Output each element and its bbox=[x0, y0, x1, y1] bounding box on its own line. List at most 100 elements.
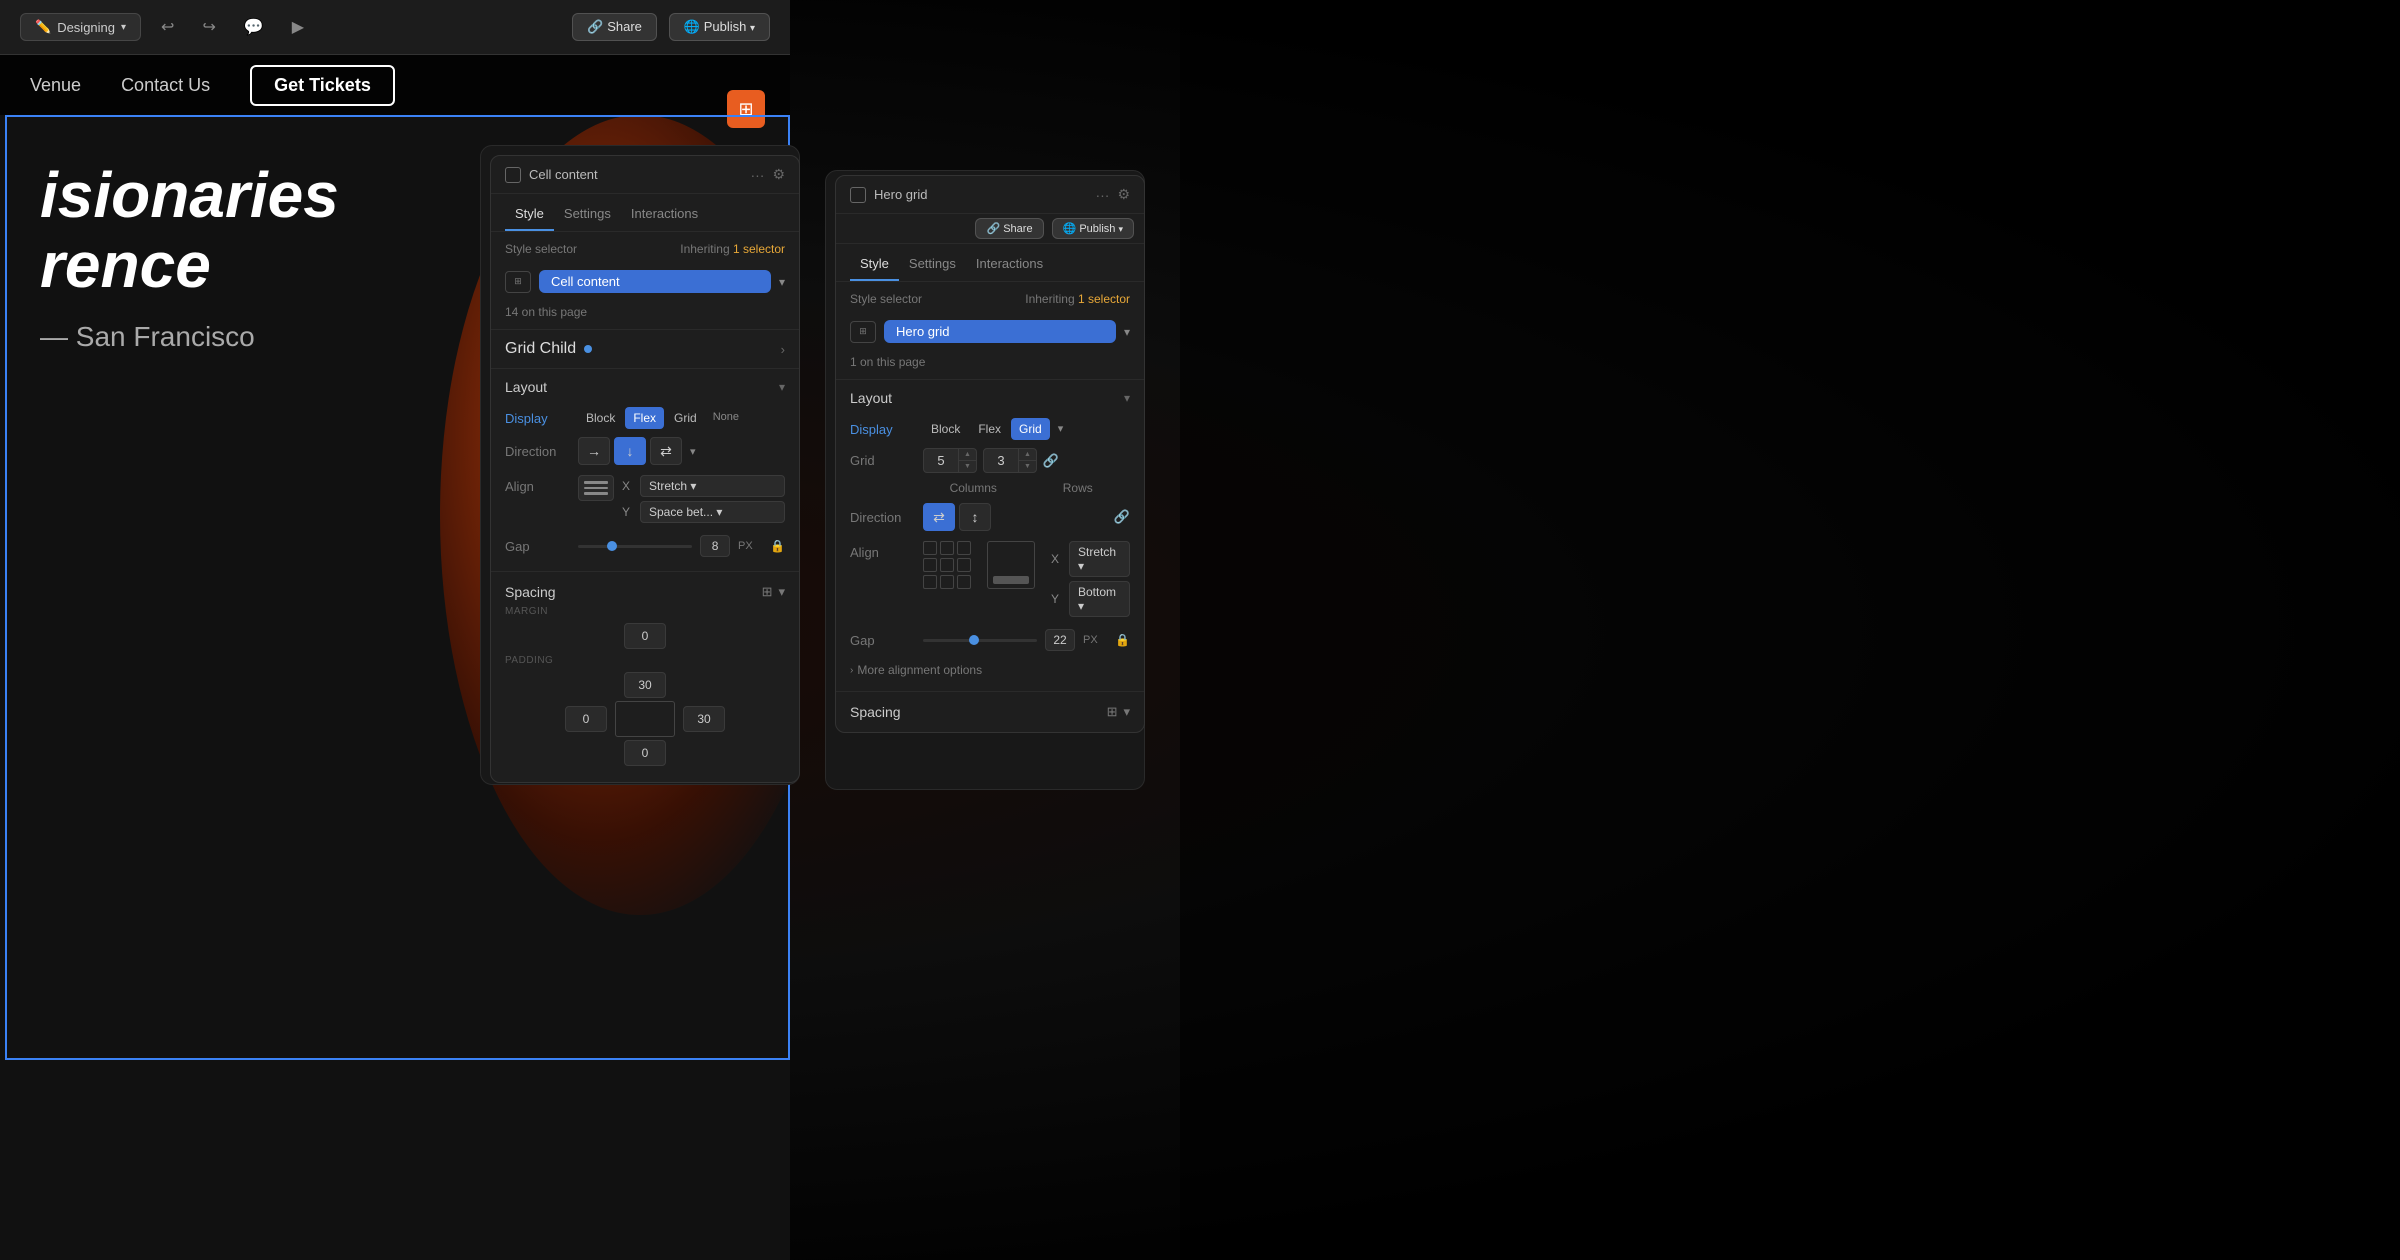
padding-right-input[interactable] bbox=[683, 706, 725, 732]
grid-columns-up[interactable]: ▲ bbox=[959, 449, 976, 461]
panel-menu-button-right[interactable]: ··· bbox=[1095, 187, 1109, 203]
gap-slider-left[interactable] bbox=[578, 545, 692, 548]
publish-button-right[interactable]: 🌐 Publish ▾ bbox=[1052, 218, 1134, 239]
spacing-chevron-icon[interactable]: ▾ bbox=[778, 584, 785, 600]
align-dot-mr[interactable] bbox=[957, 558, 971, 572]
panel-settings-icon[interactable]: ⚙ bbox=[772, 166, 785, 183]
tab-settings-right[interactable]: Settings bbox=[899, 252, 966, 281]
align-dot-bl[interactable] bbox=[923, 575, 937, 589]
gap-value-left[interactable]: 8 bbox=[700, 535, 730, 557]
display-flex-left[interactable]: Flex bbox=[625, 407, 664, 429]
selector-chevron-right[interactable]: ▾ bbox=[1124, 325, 1130, 339]
comment-button[interactable]: 💬 bbox=[236, 13, 272, 41]
spacing-title-left: Spacing bbox=[505, 584, 556, 600]
display-block-right[interactable]: Block bbox=[923, 418, 968, 440]
spacing-settings-icon[interactable]: ⊞ bbox=[762, 584, 773, 600]
panel-menu-button[interactable]: ··· bbox=[750, 167, 764, 183]
selector-icon-box-left: ⊞ bbox=[505, 271, 531, 293]
layout-chevron-left[interactable]: ▾ bbox=[779, 380, 785, 394]
direction-down-btn-right[interactable]: ↕ bbox=[959, 503, 991, 531]
align-dot-tc[interactable] bbox=[940, 541, 954, 555]
display-grid-left[interactable]: Grid bbox=[666, 407, 705, 429]
grid-link-icon[interactable]: 🔗 bbox=[1043, 453, 1059, 469]
padding-top-input[interactable] bbox=[624, 672, 666, 698]
gap-lock-icon-right[interactable]: 🔒 bbox=[1115, 633, 1130, 647]
display-none-right[interactable]: ▾ bbox=[1052, 418, 1070, 440]
nav-contact[interactable]: Contact Us bbox=[121, 75, 210, 96]
tab-interactions-right[interactable]: Interactions bbox=[966, 252, 1053, 281]
align-dot-mc[interactable] bbox=[940, 558, 954, 572]
publish-button[interactable]: 🌐 Publish ▾ bbox=[669, 13, 770, 41]
align-dot-tr[interactable] bbox=[957, 541, 971, 555]
margin-value-input[interactable] bbox=[624, 623, 666, 649]
display-none-left[interactable]: None bbox=[707, 407, 745, 429]
display-options-left: Block Flex Grid None bbox=[578, 407, 785, 429]
display-row-left: Display Block Flex Grid None bbox=[491, 403, 799, 433]
align-label-right: Align bbox=[850, 541, 915, 560]
nav-venue[interactable]: Venue bbox=[30, 75, 81, 96]
display-grid-right[interactable]: Grid bbox=[1011, 418, 1050, 440]
direction-right-btn[interactable]: → bbox=[578, 437, 610, 465]
designing-mode-button[interactable]: ✏️ Designing ▾ bbox=[20, 13, 141, 41]
align-dot-ml[interactable] bbox=[923, 558, 937, 572]
grid-rows-down[interactable]: ▼ bbox=[1019, 461, 1036, 472]
share-button-right[interactable]: 🔗 Share bbox=[975, 218, 1043, 239]
align-y-select[interactable]: Space bet... ▾ bbox=[640, 501, 785, 523]
panel-settings-icon-right[interactable]: ⚙ bbox=[1117, 186, 1130, 203]
gap-lock-icon-left[interactable]: 🔒 bbox=[770, 539, 785, 553]
align-dot-tl[interactable] bbox=[923, 541, 937, 555]
spacing-section-left: Spacing ⊞ ▾ MARGIN PADDING bbox=[491, 571, 799, 782]
tab-style-right[interactable]: Style bbox=[850, 252, 899, 281]
spacing-chevron-icon-right[interactable]: ▾ bbox=[1123, 704, 1130, 720]
grid-rows-value[interactable]: 3 bbox=[984, 450, 1018, 471]
align-xy-controls: X Stretch ▾ Y Space bet... ▾ bbox=[622, 475, 785, 523]
direction-label-left: Direction bbox=[505, 444, 570, 459]
align-dot-br[interactable] bbox=[957, 575, 971, 589]
selector-pill-right[interactable]: Hero grid bbox=[884, 320, 1116, 343]
selector-pill-left[interactable]: Cell content bbox=[539, 270, 771, 293]
selector-chevron-left[interactable]: ▾ bbox=[779, 275, 785, 289]
redo-button[interactable]: ↪ bbox=[194, 13, 223, 41]
align-y-select-right[interactable]: Bottom ▾ bbox=[1069, 581, 1130, 617]
tab-interactions-left[interactable]: Interactions bbox=[621, 202, 708, 231]
direction-buttons-left: → ↓ ⇄ bbox=[578, 437, 682, 465]
direction-buttons-right: ⇄ ↕ bbox=[923, 503, 991, 531]
spacing-settings-icon-right[interactable]: ⊞ bbox=[1107, 704, 1118, 720]
tab-style-left[interactable]: Style bbox=[505, 202, 554, 231]
right-overlay bbox=[1180, 0, 2400, 1260]
direction-chevron-left[interactable]: ▾ bbox=[690, 445, 696, 458]
share-button[interactable]: 🔗 Share bbox=[572, 13, 657, 41]
align-bottom-icon[interactable] bbox=[987, 541, 1035, 589]
tab-settings-left[interactable]: Settings bbox=[554, 202, 621, 231]
layout-chevron-right[interactable]: ▾ bbox=[1124, 391, 1130, 405]
undo-button[interactable]: ↩ bbox=[153, 13, 182, 41]
more-alignment-link[interactable]: › More alignment options bbox=[850, 663, 1130, 677]
margin-label: MARGIN bbox=[491, 604, 799, 619]
align-x-row-right: X Stretch ▾ bbox=[1051, 541, 1130, 577]
align-dot-bc[interactable] bbox=[940, 575, 954, 589]
grid-columns-down[interactable]: ▼ bbox=[959, 461, 976, 472]
spacing-header-left: Spacing ⊞ ▾ bbox=[491, 580, 799, 604]
direction-down-btn[interactable]: ↓ bbox=[614, 437, 646, 465]
nav-tickets-button[interactable]: Get Tickets bbox=[250, 65, 395, 106]
direction-link-icon[interactable]: 🔗 bbox=[1114, 509, 1130, 525]
padding-label: PADDING bbox=[491, 653, 799, 668]
gap-value-right[interactable]: 22 bbox=[1045, 629, 1075, 651]
grid-child-arrow[interactable]: › bbox=[781, 342, 785, 357]
align-x-label: X bbox=[622, 479, 634, 493]
play-button[interactable]: ▶ bbox=[284, 13, 312, 41]
spacing-title-right: Spacing bbox=[850, 704, 901, 720]
align-visual-icon bbox=[578, 475, 614, 501]
direction-wrap-btn[interactable]: ⇄ bbox=[650, 437, 682, 465]
grid-rows-up[interactable]: ▲ bbox=[1019, 449, 1036, 461]
grid-columns-value[interactable]: 5 bbox=[924, 450, 958, 471]
align-row-left: Align X Stretch ▾ Y Space bet... ▾ bbox=[491, 469, 799, 529]
direction-wrap-btn-right[interactable]: ⇄ bbox=[923, 503, 955, 531]
display-flex-right[interactable]: Flex bbox=[970, 418, 1009, 440]
gap-slider-right[interactable] bbox=[923, 639, 1037, 642]
align-x-select-right[interactable]: Stretch ▾ bbox=[1069, 541, 1130, 577]
align-x-select[interactable]: Stretch ▾ bbox=[640, 475, 785, 497]
display-block-left[interactable]: Block bbox=[578, 407, 623, 429]
padding-left-input[interactable] bbox=[565, 706, 607, 732]
padding-bottom-input[interactable] bbox=[624, 740, 666, 766]
